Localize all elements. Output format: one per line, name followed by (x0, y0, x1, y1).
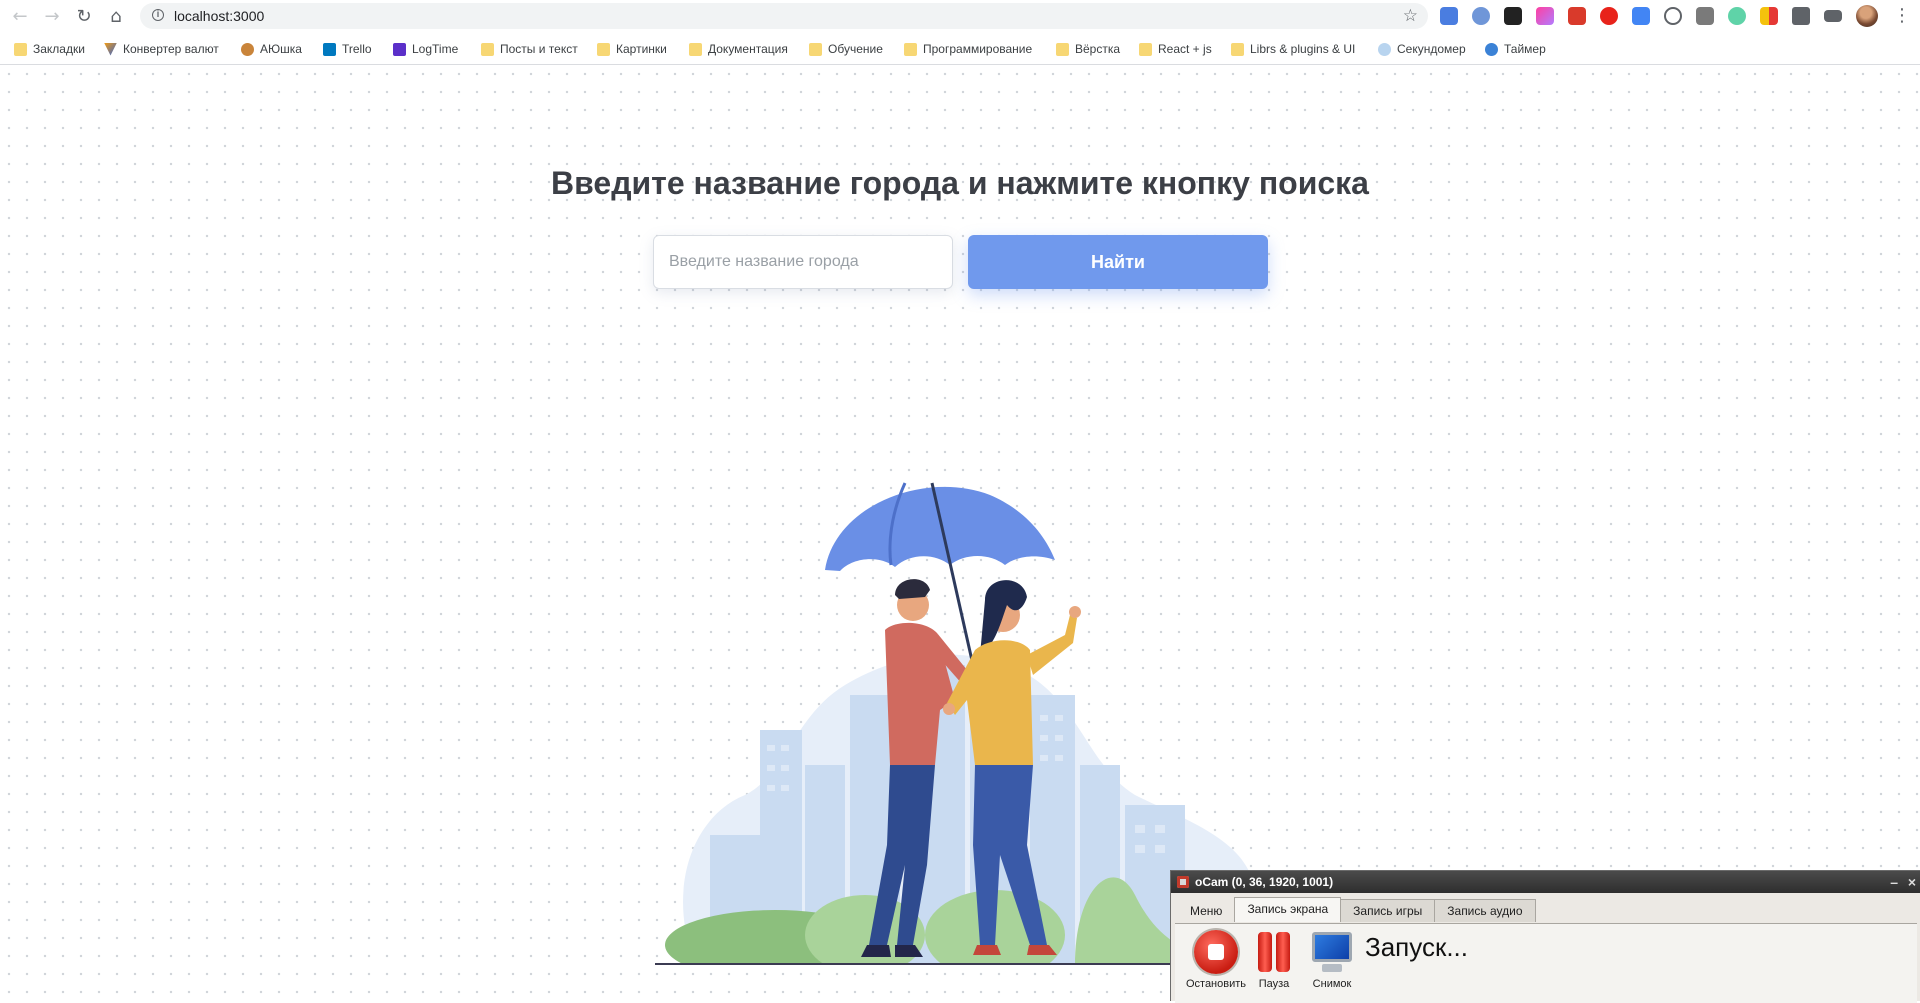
page-title: Введите название города и нажмите кнопку… (551, 165, 1369, 201)
converter-icon (104, 42, 117, 56)
profile-avatar[interactable] (1856, 5, 1878, 27)
city-search-input[interactable] (653, 235, 953, 289)
ocam-titlebar[interactable]: oCam (0, 36, 1920, 1001) – × (1171, 871, 1920, 893)
back-icon[interactable]: ← (8, 4, 32, 28)
folder-icon (904, 42, 917, 56)
tab-audio-recording[interactable]: Запись аудио (1434, 899, 1536, 922)
extension-icon[interactable] (1536, 7, 1554, 25)
recording-status: Запуск... (1365, 932, 1468, 962)
bookmark-item[interactable]: Обучение (809, 41, 883, 57)
folder-icon (1231, 42, 1244, 56)
extension-icon[interactable] (1504, 7, 1522, 25)
browser-toolbar: ← → ↻ ⌂ i localhost:3000 ☆ ⋮ (0, 0, 1920, 33)
ocam-app-icon (1177, 876, 1189, 888)
extension-icon[interactable] (1728, 7, 1746, 25)
search-button[interactable]: Найти (968, 235, 1268, 289)
folder-icon (689, 42, 702, 56)
bookmark-item[interactable]: Программирование (904, 41, 1032, 57)
extension-icon[interactable] (1696, 7, 1714, 25)
monitor-icon (1310, 930, 1354, 974)
tab-menu[interactable]: Меню (1177, 899, 1236, 922)
bookmark-star-icon[interactable]: ☆ (1403, 6, 1418, 26)
stop-label: Остановить (1185, 978, 1247, 990)
ayushka-icon (241, 42, 254, 56)
extension-icon[interactable] (1568, 7, 1586, 25)
extension-icon[interactable] (1472, 7, 1490, 25)
bookmark-item[interactable]: Конвертер валют (104, 41, 219, 57)
reading-list-icon[interactable] (1824, 10, 1842, 22)
snapshot-label: Снимок (1312, 978, 1352, 990)
tab-screen-recording[interactable]: Запись экрана (1234, 897, 1342, 922)
minimize-icon[interactable]: – (1890, 871, 1898, 893)
translate-extension-icon[interactable] (1440, 7, 1458, 25)
bookmark-item[interactable]: LogTime (393, 41, 458, 57)
bookmark-item[interactable]: Закладки (14, 41, 85, 57)
reload-icon[interactable]: ↻ (72, 4, 96, 28)
bookmark-item[interactable]: Посты и текст (481, 41, 578, 57)
ocam-title-text: oCam (0, 36, 1920, 1001) (1195, 875, 1334, 889)
bookmark-item[interactable]: Таймер (1485, 41, 1546, 57)
ocam-tabs: Меню Запись экрана Запись игры Запись ау… (1177, 897, 1536, 923)
bookmarks-bar: Закладки Конвертер валют АЮшка Trello Lo… (0, 33, 1920, 65)
tab-game-recording[interactable]: Запись игры (1340, 899, 1436, 922)
stopwatch-icon (1378, 42, 1391, 56)
folder-icon (597, 42, 610, 56)
snapshot-button[interactable]: Снимок (1297, 930, 1367, 990)
folder-icon (1139, 42, 1152, 56)
bookmark-item[interactable]: Trello (323, 41, 372, 57)
folder-icon (14, 42, 27, 56)
folder-icon (481, 42, 494, 56)
logtime-icon (393, 42, 406, 56)
bookmark-item[interactable]: Картинки (597, 41, 667, 57)
bookmark-item[interactable]: АЮшка (241, 41, 302, 57)
close-icon[interactable]: × (1908, 871, 1916, 893)
trello-icon (323, 42, 336, 56)
ocam-panel: Остановить Пауза Снимок Запуск... (1175, 923, 1917, 1003)
url-text[interactable]: localhost:3000 (174, 8, 264, 24)
folder-icon (809, 42, 822, 56)
pause-icon (1252, 930, 1296, 974)
bookmark-item[interactable]: React + js (1139, 41, 1212, 57)
bookmark-item[interactable]: Секундомер (1378, 41, 1466, 57)
extension-icon[interactable] (1632, 7, 1650, 25)
extension-icon[interactable] (1600, 7, 1618, 25)
pause-label: Пауза (1258, 978, 1290, 990)
timer-icon (1485, 42, 1498, 56)
home-icon[interactable]: ⌂ (104, 4, 128, 28)
more-menu-icon[interactable]: ⋮ (1893, 5, 1911, 27)
bookmark-item[interactable]: Librs & plugins & UI (1231, 41, 1355, 57)
bookmark-item[interactable]: Документация (689, 41, 788, 57)
site-info-icon[interactable]: i (152, 9, 164, 21)
address-bar[interactable]: i localhost:3000 ☆ (140, 3, 1428, 29)
forward-icon[interactable]: → (40, 4, 64, 28)
ocam-window: oCam (0, 36, 1920, 1001) – × Меню Запись… (1170, 870, 1920, 1003)
stop-icon (1194, 930, 1238, 974)
extension-icon[interactable] (1760, 7, 1778, 25)
puzzle-icon[interactable] (1792, 7, 1810, 25)
extension-icon[interactable] (1664, 7, 1682, 25)
folder-icon (1056, 42, 1069, 56)
bookmark-item[interactable]: Вёрстка (1056, 41, 1120, 57)
page-content: Введите название города и нажмите кнопку… (0, 65, 1920, 1001)
